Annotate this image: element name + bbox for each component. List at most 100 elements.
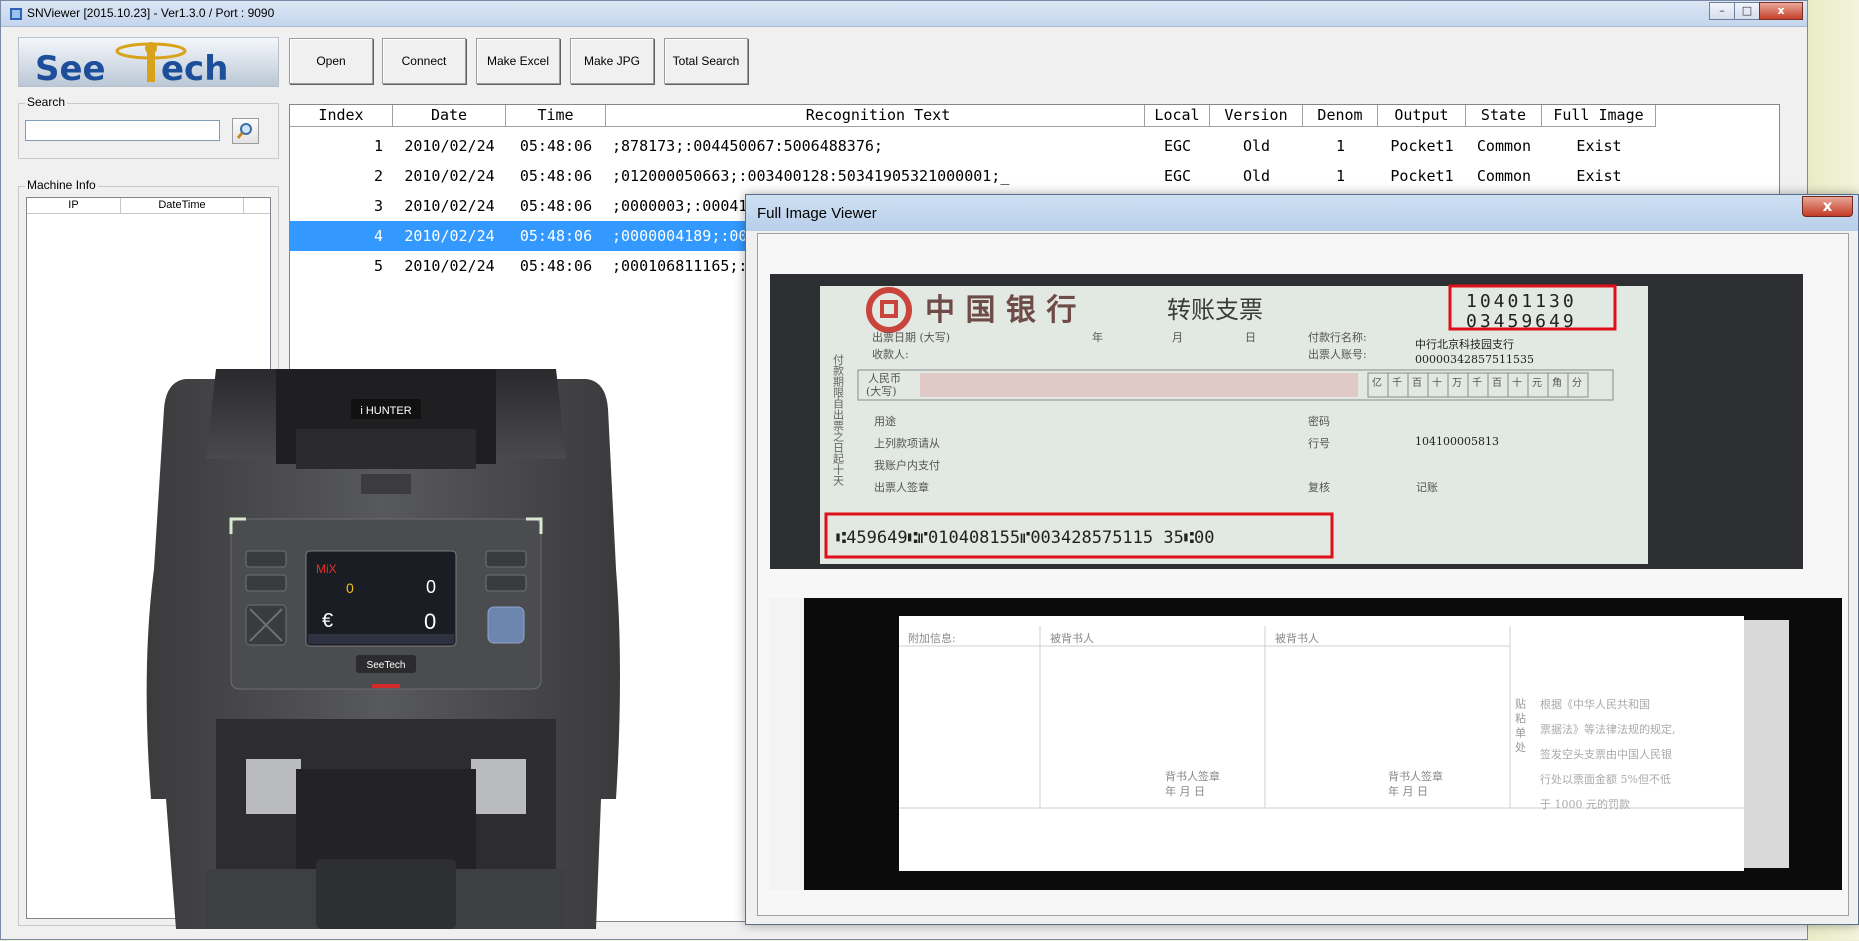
digit-unit-label: 十 (1432, 376, 1442, 389)
stacker-wheel-right (471, 759, 526, 814)
cell-date: 2010/02/24 (404, 197, 495, 215)
cell-time: 05:48:06 (519, 197, 593, 215)
micr-line: ⑆459649⑆⑈010408155⑈003428575115 35⑆00 (836, 528, 1215, 548)
column-header-ip[interactable]: IP (27, 198, 121, 214)
digit-unit-label: 百 (1412, 377, 1422, 389)
digit-unit-label: 角 (1552, 377, 1562, 389)
account-label: 出票人账号: (1308, 347, 1367, 361)
date-day: 日 (1245, 331, 1256, 344)
cell-index: 3 (373, 197, 383, 215)
column-header-index[interactable]: Index (290, 105, 393, 127)
digit-unit-label: 万 (1452, 378, 1462, 389)
rmb-label: 人民币 (868, 372, 901, 385)
paying-bank: 中行北京科技园支行 (1415, 337, 1514, 351)
lcd-total: 0 (424, 609, 436, 634)
side-text: 付款期限自出票之日起十天 (832, 354, 845, 487)
purpose-label: 用途 (874, 414, 896, 428)
column-header-datetime[interactable]: DateTime (121, 198, 244, 214)
cell-version: Old (1242, 137, 1271, 155)
open-button[interactable]: Open (289, 38, 373, 84)
record-label: 记账 (1416, 481, 1438, 494)
doc-type: 转账支票 (1167, 296, 1263, 324)
stick-label: 贴 粘 单 处 (1514, 697, 1527, 753)
cell-date: 2010/02/24 (404, 137, 495, 155)
make-jpg-button[interactable]: Make JPG (570, 38, 654, 84)
seetech-logo: See ech (18, 37, 279, 87)
digit-unit-label: 亿 (1372, 376, 1382, 389)
cell-full-image: Exist (1576, 167, 1622, 185)
cell-recognition-text: ;012000050663;:003400128:503419053210000… (612, 167, 1010, 185)
serial-top: 10401130 (1466, 291, 1577, 312)
maximize-button[interactable]: □ (1734, 2, 1760, 20)
title-bar[interactable]: SNViewer [2015.10.23] - Ver1.3.0 / Port … (1, 1, 1807, 27)
column-header-recognition-text[interactable]: Recognition Text (606, 105, 1145, 127)
date-year: 年 (1092, 330, 1103, 344)
notice-line-3: 签发空头支票由中国人民银 (1540, 747, 1672, 761)
notice-line-5: 于 1000 元的罚款 (1540, 797, 1630, 811)
minimize-button[interactable]: – (1709, 2, 1735, 20)
endorser-sign-2: 背书人签章 (1388, 769, 1443, 783)
magnifier-icon (236, 123, 252, 139)
cell-denom: 1 (1335, 137, 1346, 155)
lcd-currency: € (322, 610, 333, 632)
endorsee-label-2: 被背书人 (1275, 631, 1319, 645)
connect-button[interactable]: Connect (382, 38, 466, 84)
lcd-amount: 0 (426, 577, 436, 597)
column-header-filler (244, 198, 270, 214)
search-input[interactable] (25, 120, 220, 141)
viewer-title-bar[interactable]: Full Image Viewer x (746, 195, 1858, 231)
column-header-output[interactable]: Output (1378, 105, 1466, 127)
instruction-line-2: 我账户内支付 (874, 458, 940, 472)
table-row[interactable]: 1 2010/02/24 05:48:06 ;878173;:004450067:50… (290, 131, 1779, 161)
digit-unit-label: 千 (1472, 377, 1482, 389)
cheque-front-image: 中 国 银 行 转账支票 10401130 03459649 出票日期 (大写)… (770, 274, 1803, 569)
rmb-sub-label: (大写) (866, 384, 897, 398)
cell-time: 05:48:06 (519, 167, 593, 185)
digit-unit-label: 元 (1532, 378, 1542, 389)
column-header-version[interactable]: Version (1210, 105, 1303, 127)
column-header-denom[interactable]: Denom (1303, 105, 1378, 127)
cell-time: 05:48:06 (519, 227, 593, 245)
total-search-button[interactable]: Total Search (664, 38, 748, 84)
viewer-close-button[interactable]: x (1802, 196, 1853, 217)
date-month: 月 (1172, 331, 1183, 344)
cell-time: 05:48:06 (519, 137, 593, 155)
account-number: 00000342857511535 (1415, 353, 1534, 366)
search-button[interactable] (232, 118, 259, 144)
column-header-date[interactable]: Date (393, 105, 506, 127)
lcd-count: 0 (346, 580, 354, 596)
endorser-date-2: 年 月 日 (1388, 784, 1428, 798)
cell-time: 05:48:06 (519, 257, 593, 275)
column-header-time[interactable]: Time (506, 105, 606, 127)
cell-date: 2010/02/24 (404, 257, 495, 275)
viewer-image-area: 中 国 银 行 转账支票 10401130 03459649 出票日期 (大写)… (757, 233, 1849, 916)
endorsee-label-1: 被背书人 (1050, 631, 1094, 645)
digit-unit-label: 千 (1392, 377, 1402, 389)
brand-label: i HUNTER (360, 405, 411, 417)
endorser-date-1: 年 月 日 (1165, 784, 1205, 798)
lcd-mode: MiX (316, 562, 337, 576)
cell-local: EGC (1163, 167, 1192, 185)
cell-recognition-text: ;878173;:004450067:5006488376; (612, 137, 883, 155)
column-header-local[interactable]: Local (1145, 105, 1210, 127)
full-image-viewer-window: Full Image Viewer x 中 国 银 行 转账支票 1040113… (745, 194, 1859, 925)
cell-state: Common (1476, 167, 1532, 185)
window-title: SNViewer [2015.10.23] - Ver1.3.0 / Port … (27, 6, 275, 20)
bank-name: 中 国 银 行 (925, 293, 1076, 328)
logo-text-see: See (35, 49, 106, 87)
table-row[interactable]: 2 2010/02/24 05:48:06 ;012000050663;:003400… (290, 161, 1779, 191)
digit-unit-label: 十 (1512, 376, 1522, 389)
notice-line-2: 票据法》等法律法规的规定, (1540, 722, 1676, 736)
cash-counter-machine-image: i HUNTER MiX 0 0 € 0 SeeTech (146, 369, 621, 929)
cell-date: 2010/02/24 (404, 167, 495, 185)
cell-index: 1 (373, 137, 383, 155)
close-button[interactable]: x (1759, 2, 1803, 20)
review-label: 复核 (1308, 480, 1330, 494)
issue-date-label: 出票日期 (大写) (872, 330, 950, 344)
make-excel-button[interactable]: Make Excel (476, 38, 560, 84)
cheque-back-image: 附加信息: 被背书人 被背书人 背书人签章 年 月 日 背书人签章 年 月 日 … (770, 598, 1842, 890)
attach-info-label: 附加信息: (908, 631, 956, 645)
column-header-full-image[interactable]: Full Image (1542, 105, 1656, 127)
column-header-state[interactable]: State (1466, 105, 1542, 127)
logo-text-ech: ech (161, 49, 228, 87)
